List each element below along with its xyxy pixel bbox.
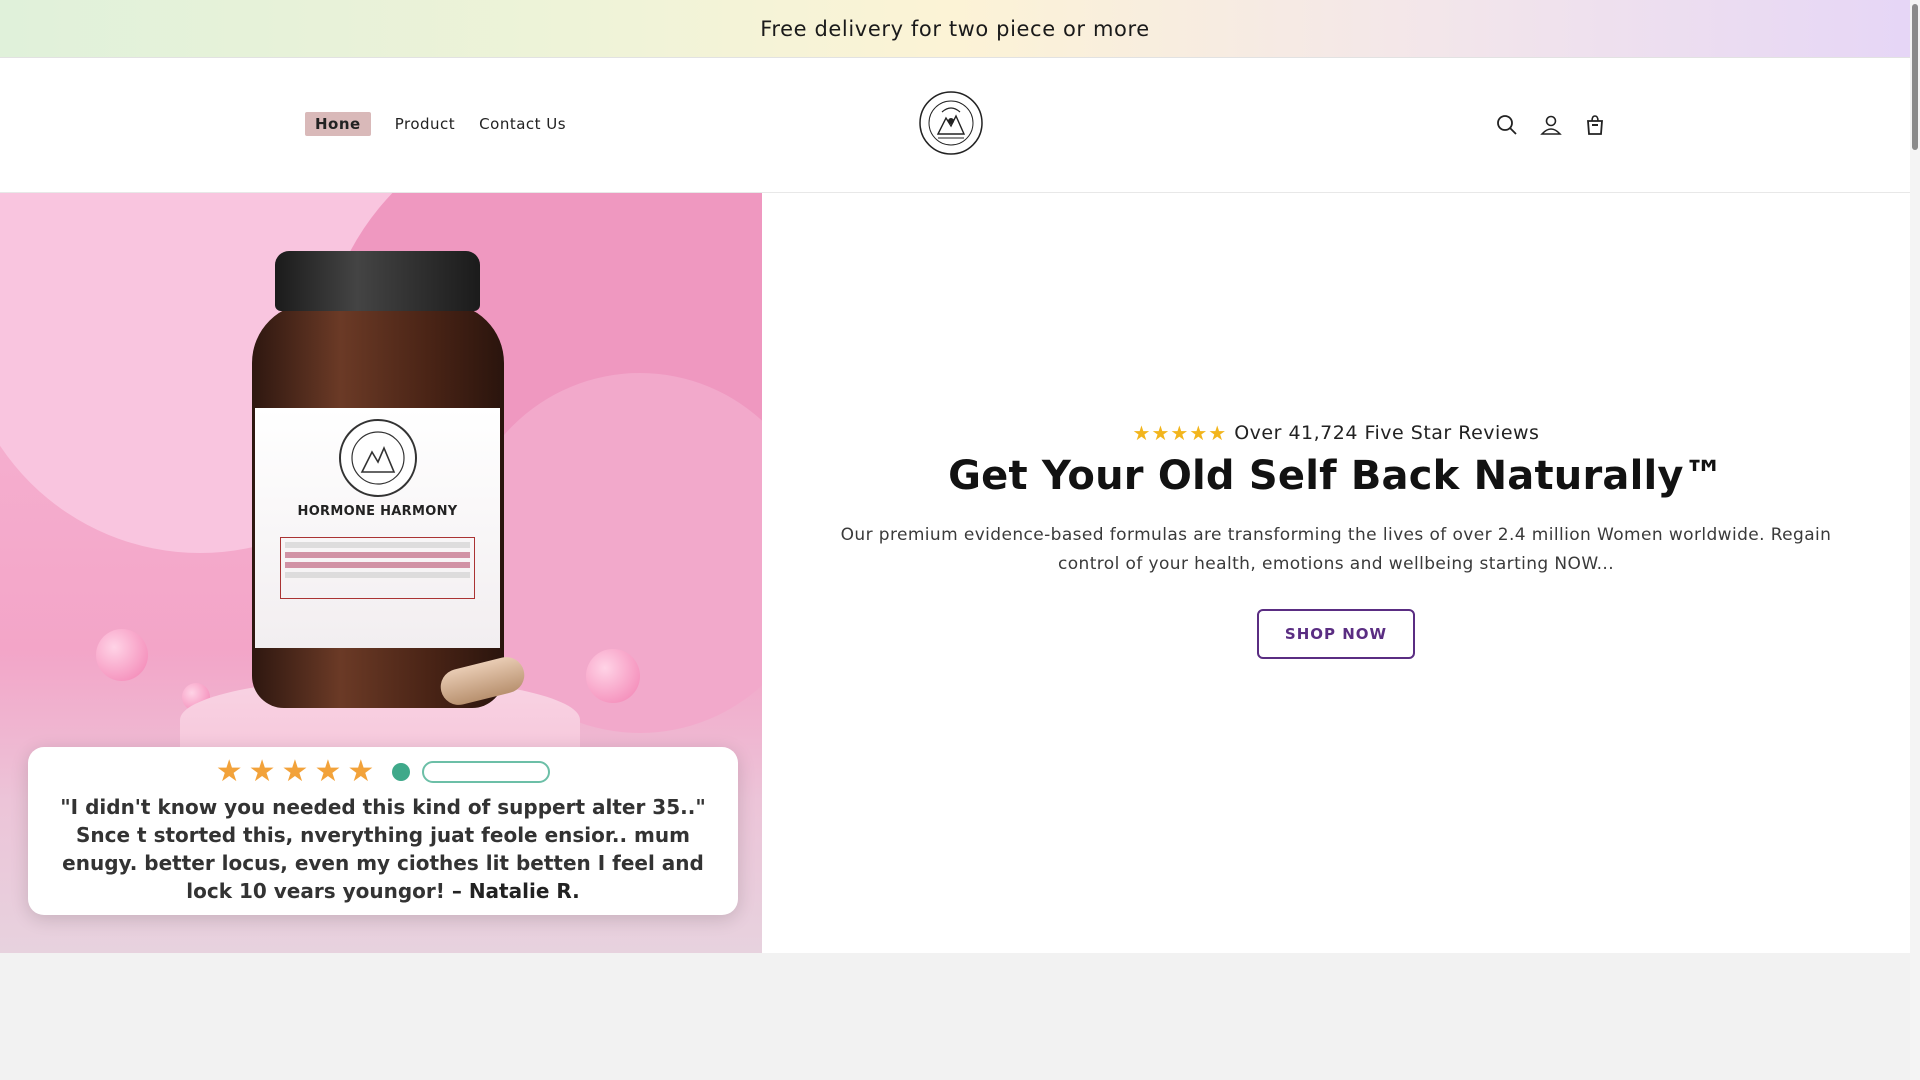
hero-section: HORMONE HARMONY ★ ★ ★ ★ ★ "I didn't know… (0, 193, 1910, 953)
page-scrollbar[interactable] (1910, 0, 1920, 1080)
star-icon: ★ (347, 754, 375, 789)
rating-summary: ★ ★ ★ ★ ★ Over 41,724 Five Star Reviews (1133, 421, 1540, 445)
shop-now-button[interactable]: SHOP NOW (1257, 609, 1415, 659)
scrollbar-thumb[interactable] (1912, 4, 1918, 150)
nav-product[interactable]: Product (395, 115, 455, 133)
verified-badge (422, 761, 551, 783)
rating-stars: ★ ★ ★ ★ ★ (1133, 421, 1227, 445)
star-icon: ★ (1170, 421, 1189, 445)
hero-product-image: HORMONE HARMONY ★ ★ ★ ★ ★ "I didn't know… (0, 193, 762, 953)
testimonial-author: – Natalie R. (451, 879, 580, 903)
decor-ball (586, 649, 640, 703)
hero-headline: Get Your Old Self Back Naturally™ (948, 453, 1724, 499)
star-icon: ★ (1208, 421, 1227, 445)
star-icon: ★ (281, 754, 309, 789)
logo-emblem-icon (919, 91, 983, 155)
star-icon: ★ (314, 754, 342, 789)
announcement-text: Free delivery for two piece or more (760, 16, 1150, 41)
verified-icon (392, 763, 411, 781)
product-info-band (280, 537, 475, 599)
testimonial-quote: "I didn't know you needed this kind of s… (60, 795, 706, 903)
product-seal-icon (338, 419, 417, 497)
nav-contact[interactable]: Contact Us (479, 115, 566, 133)
search-icon[interactable] (1494, 112, 1520, 138)
star-icon: ★ (215, 754, 243, 789)
header-actions (1494, 112, 1608, 138)
site-header: Hone Product Contact Us (0, 58, 1910, 193)
star-icon: ★ (248, 754, 276, 789)
rating-text: Over 41,724 Five Star Reviews (1234, 422, 1540, 444)
product-jar-lid (275, 251, 480, 311)
testimonial-card: ★ ★ ★ ★ ★ "I didn't know you needed this… (28, 747, 738, 915)
star-icon: ★ (1151, 421, 1170, 445)
testimonial-text: "I didn't know you needed this kind of s… (28, 793, 738, 905)
brand-logo[interactable] (918, 90, 984, 156)
decor-ball (96, 629, 148, 681)
account-icon[interactable] (1538, 112, 1564, 138)
cart-icon[interactable] (1582, 112, 1608, 138)
product-brand-name: HORMONE HARMONY (297, 504, 458, 519)
hero-subtext: Our premium evidence-based formulas are … (840, 525, 1832, 574)
hero-content: ★ ★ ★ ★ ★ Over 41,724 Five Star Reviews … (762, 193, 1910, 953)
product-label: HORMONE HARMONY (255, 408, 500, 648)
testimonial-stars: ★ ★ ★ ★ ★ (28, 757, 738, 787)
main-nav: Hone Product Contact Us (305, 112, 590, 136)
star-icon: ★ (1189, 421, 1208, 445)
next-section (0, 953, 1910, 1080)
announcement-bar: Free delivery for two piece or more (0, 0, 1910, 58)
star-icon: ★ (1132, 421, 1151, 445)
nav-home[interactable]: Hone (305, 112, 371, 136)
